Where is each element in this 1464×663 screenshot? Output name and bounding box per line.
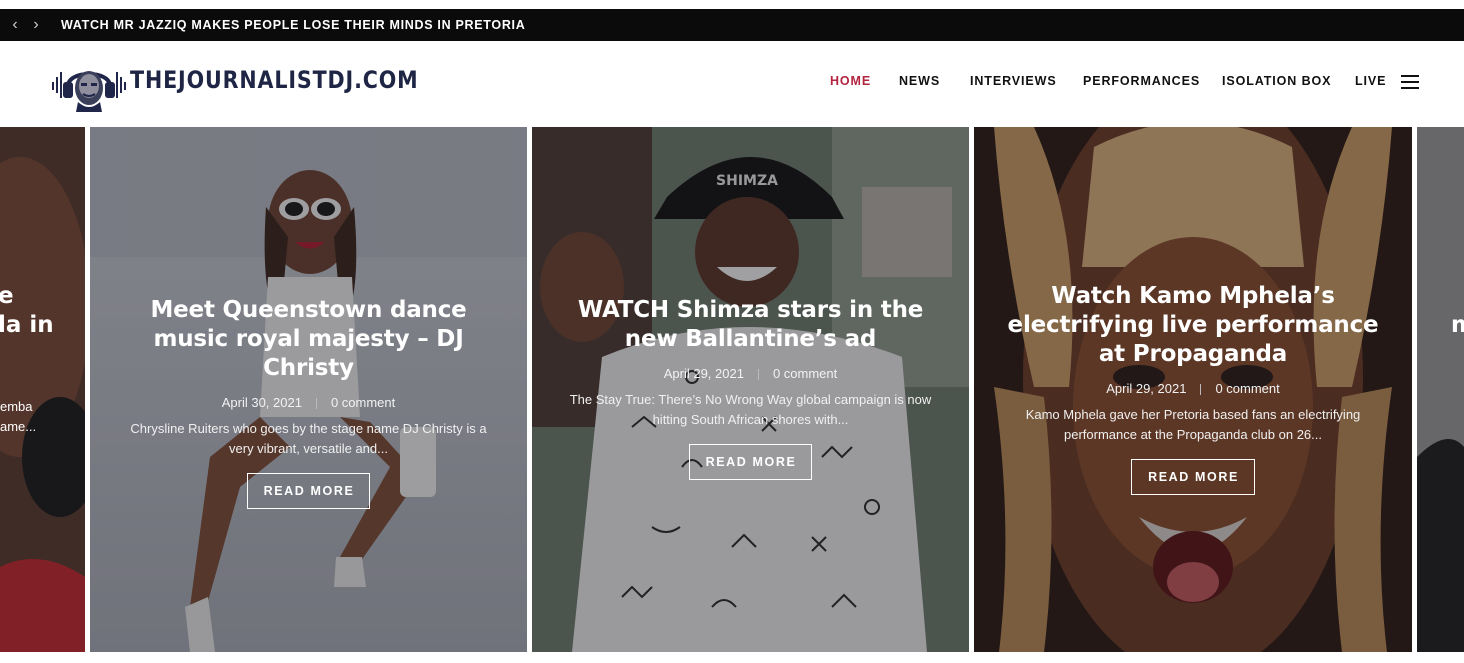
partial-excerpt-line-1: emba [0, 399, 33, 414]
partial-slide-left[interactable]: e la in emba ame... [0, 127, 85, 652]
post-date: April 30, 2021 [221, 395, 302, 410]
nav-item-live[interactable]: LIVE [1355, 74, 1386, 88]
slide-shimza[interactable]: SHIMZA WATCH Shimza stars in the new Bal… [532, 127, 969, 652]
post-date: April 29, 2021 [663, 366, 744, 381]
partial-title-line-2: la in [0, 312, 54, 338]
partial-excerpt-line-2: ame... [0, 419, 37, 434]
meta-divider [757, 369, 759, 381]
slide-overlay [1417, 127, 1464, 652]
slide-excerpt: Chrysline Ruiters who goes by the stage … [130, 421, 487, 456]
meta-divider [315, 398, 317, 410]
partial-title-line-1: e [0, 283, 14, 309]
chevron-left-icon[interactable]: ‹ [7, 15, 23, 35]
partial-slide-right[interactable]: m [1417, 127, 1464, 652]
slide-title-link[interactable]: Watch Kamo Mphela’s electrifying live pe… [974, 282, 1412, 369]
slide-caption: Watch Kamo Mphela’s electrifying live pe… [974, 282, 1412, 495]
slide-title-link[interactable]: WATCH Shimza stars in the new Ballantine… [532, 296, 969, 354]
post-date: April 29, 2021 [1106, 381, 1187, 396]
news-ticker-bar: ‹ › WATCH MR JAZZIQ MAKES PEOPLE LOSE TH… [0, 9, 1464, 41]
slide-overlay [0, 127, 85, 652]
nav-item-performances[interactable]: PERFORMANCES [1083, 74, 1200, 88]
nav-item-news[interactable]: NEWS [899, 74, 940, 88]
nav-item-home[interactable]: HOME [830, 74, 871, 88]
read-more-button[interactable]: READ MORE [246, 473, 371, 509]
slide-excerpt: Kamo Mphela gave her Pretoria based fans… [1025, 407, 1361, 442]
slide-dj-christy[interactable]: Meet Queenstown dance music royal majest… [90, 127, 527, 652]
site-header: THEJOURNALISTDJ.COM HOME NEWS INTERVIEWS… [0, 41, 1464, 127]
chevron-right-icon[interactable]: › [28, 15, 44, 35]
slide-excerpt: The Stay True: There’s No Wrong Way glob… [569, 392, 932, 427]
nav-item-interviews[interactable]: INTERVIEWS [970, 74, 1057, 88]
partial-title-line: m [1451, 312, 1464, 338]
ticker-headline-link[interactable]: WATCH MR JAZZIQ MAKES PEOPLE LOSE THEIR … [61, 17, 525, 33]
top-gap [0, 0, 1464, 9]
read-more-button[interactable]: READ MORE [688, 444, 813, 480]
featured-posts-slider: e la in emba ame... Meet Queenstown danc… [0, 127, 1464, 652]
read-more-button[interactable]: READ MORE [1131, 459, 1255, 495]
comment-count-link[interactable]: 0 comment [773, 366, 837, 381]
hamburger-menu-icon[interactable] [1401, 75, 1419, 89]
slide-title-link[interactable]: Meet Queenstown dance music royal majest… [90, 296, 527, 383]
slide-meta: April 29, 2021 0 comment [974, 381, 1412, 396]
slide-caption: Meet Queenstown dance music royal majest… [90, 296, 527, 509]
meta-divider [1200, 384, 1202, 396]
slide-meta: April 30, 2021 0 comment [90, 395, 527, 410]
nav-item-isolation-box[interactable]: ISOLATION BOX [1222, 74, 1331, 88]
slide-kamo-mphela[interactable]: Watch Kamo Mphela’s electrifying live pe… [974, 127, 1412, 652]
slide-caption: WATCH Shimza stars in the new Ballantine… [532, 296, 969, 480]
slide-meta: April 29, 2021 0 comment [532, 366, 969, 381]
main-navigation: HOME NEWS INTERVIEWS PERFORMANCES ISOLAT… [0, 74, 1464, 94]
comment-count-link[interactable]: 0 comment [331, 395, 395, 410]
comment-count-link[interactable]: 0 comment [1215, 381, 1279, 396]
